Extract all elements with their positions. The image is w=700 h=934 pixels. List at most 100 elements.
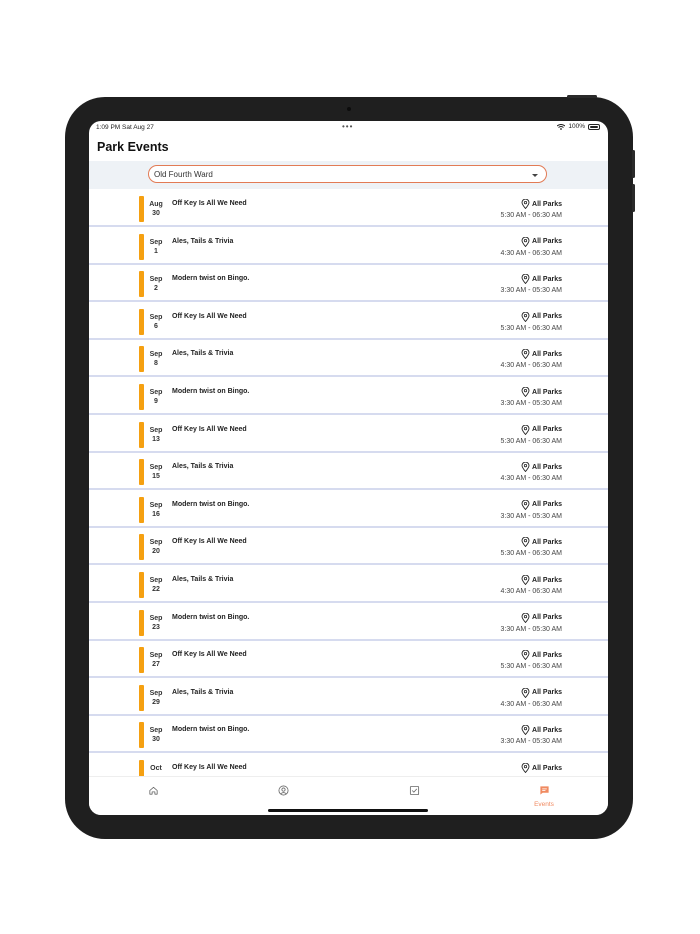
event-row[interactable]: Sep 27 Off Key Is All We Need All Parks 5:30…	[89, 644, 608, 679]
event-time: 3:30 AM - 05:30 AM	[500, 738, 562, 746]
event-row[interactable]: Aug 30 Off Key Is All We Need All Parks 5:30…	[89, 193, 608, 227]
multitasking-dots[interactable]: •••	[342, 122, 353, 131]
event-row[interactable]: Sep 8 Ales, Tails & Trivia All Parks 4:30 AM…	[89, 343, 608, 378]
event-accent-bar	[139, 308, 144, 335]
event-day: 22	[152, 586, 160, 593]
event-row[interactable]: Sep 15 Ales, Tails & Trivia All Parks 4:30 A…	[89, 456, 608, 491]
event-location: All Parks	[521, 763, 562, 773]
event-time: 5:30 AM - 06:30 AM	[500, 550, 562, 558]
event-accent-bar	[139, 534, 144, 561]
event-day: 15	[152, 473, 160, 481]
tab-profile[interactable]	[263, 783, 303, 801]
event-accent-bar	[139, 271, 144, 298]
event-time: 4:30 AM - 06:30 AM	[500, 475, 562, 483]
event-location-label: All Parks	[532, 501, 562, 509]
event-time: 3:30 AM - 05:30 AM	[500, 625, 562, 633]
event-row[interactable]: Sep 1 Ales, Tails & Trivia All Parks 4:30 AM…	[89, 230, 608, 265]
location-pin-icon	[521, 725, 530, 736]
event-location: All Parks	[521, 199, 562, 209]
event-title: Modern twist on Bingo.	[172, 613, 250, 621]
event-date: Oct	[146, 764, 166, 773]
event-location-label: All Parks	[532, 313, 562, 321]
location-pin-icon	[521, 274, 530, 285]
event-row[interactable]: Sep 30 Modern twist on Bingo. All Parks 3:30…	[89, 719, 608, 754]
event-accent-bar	[139, 647, 144, 674]
event-day: 6	[154, 322, 158, 330]
home-indicator[interactable]	[268, 809, 428, 812]
event-row[interactable]: Oct Off Key Is All We Need All Parks	[89, 757, 608, 776]
event-time: 3:30 AM - 05:30 AM	[500, 512, 562, 520]
chevron-down-icon	[532, 174, 538, 177]
event-date: Sep 30	[146, 726, 166, 744]
event-date: Sep 20	[146, 538, 166, 556]
tab-tasks[interactable]	[394, 783, 434, 801]
event-month: Sep	[149, 238, 163, 246]
status-right: 100%	[557, 123, 600, 130]
event-row[interactable]: Sep 6 Off Key Is All We Need All Parks 5:30 …	[89, 305, 608, 340]
event-row[interactable]: Sep 22 Ales, Tails & Trivia All Parks 4:30 A…	[89, 569, 608, 603]
location-pin-icon	[521, 612, 530, 623]
event-row[interactable]: Sep 29 Ales, Tails & Trivia All Parks 4:30 A…	[89, 681, 608, 716]
event-accent-bar	[139, 572, 144, 598]
event-row[interactable]: Sep 23 Modern twist on Bingo. All Parks 3:30…	[89, 606, 608, 641]
event-location-label: All Parks	[532, 726, 562, 734]
event-month: Sep	[149, 313, 163, 321]
event-location-label: All Parks	[532, 651, 562, 659]
event-row[interactable]: Sep 2 Modern twist on Bingo. All Parks 3:30 …	[89, 268, 608, 303]
event-day: 30	[152, 210, 160, 217]
event-time: 5:30 AM - 06:30 AM	[500, 324, 562, 332]
event-month: Sep	[149, 389, 163, 396]
event-month: Sep	[149, 689, 163, 697]
event-month: Sep	[149, 501, 163, 509]
event-time: 3:30 AM - 05:30 AM	[500, 400, 562, 407]
event-day: 16	[152, 510, 160, 518]
event-location: All Parks	[521, 687, 562, 698]
event-day: 9	[154, 398, 158, 405]
location-pin-icon	[521, 349, 530, 360]
event-date: Sep 9	[146, 388, 166, 406]
event-accent-bar	[139, 233, 144, 260]
battery-percent: 100%	[568, 123, 585, 130]
event-month: Sep	[149, 652, 163, 660]
event-accent-bar	[139, 760, 144, 776]
event-time: 4:30 AM - 06:30 AM	[500, 249, 562, 257]
event-list[interactable]: Aug 30 Off Key Is All We Need All Parks 5:30…	[89, 193, 608, 776]
event-month: Aug	[149, 201, 163, 208]
event-date: Sep 15	[146, 463, 166, 481]
event-day: 23	[152, 623, 160, 631]
event-title: Off Key Is All We Need	[172, 312, 247, 320]
event-location-label: All Parks	[532, 463, 562, 471]
status-bar: 1:09 PM Sat Aug 27 ••• 100%	[89, 121, 608, 135]
location-pin-icon	[521, 537, 530, 548]
ward-dropdown[interactable]: Old Fourth Ward	[148, 165, 547, 183]
tab-events[interactable]: Events	[524, 783, 564, 808]
event-date: Sep 27	[146, 651, 166, 669]
event-location-label: All Parks	[532, 689, 562, 697]
app-screen: 1:09 PM Sat Aug 27 ••• 100% Park Events …	[89, 121, 608, 815]
event-title: Ales, Tails & Trivia	[172, 576, 234, 583]
page-title: Park Events	[97, 140, 169, 154]
event-row[interactable]: Sep 13 Off Key Is All We Need All Parks 5:30…	[89, 418, 608, 453]
event-month: Sep	[149, 727, 163, 735]
tab-home[interactable]	[133, 783, 173, 801]
event-location: All Parks	[521, 650, 562, 661]
event-title: Off Key Is All We Need	[172, 538, 247, 546]
event-row[interactable]: Sep 20 Off Key Is All We Need All Parks 5:30…	[89, 531, 608, 566]
event-location-label: All Parks	[532, 426, 562, 434]
event-location: All Parks	[521, 311, 562, 322]
event-row[interactable]: Sep 16 Modern twist on Bingo. All Parks 3:30…	[89, 493, 608, 528]
location-pin-icon	[521, 650, 530, 661]
event-row[interactable]: Sep 9 Modern twist on Bingo. All Parks 3:30 …	[89, 381, 608, 415]
event-month: Sep	[149, 577, 163, 584]
event-location: All Parks	[521, 612, 562, 623]
event-day: 30	[152, 736, 160, 744]
location-pin-icon	[521, 236, 530, 247]
location-pin-icon	[521, 499, 530, 510]
event-title: Off Key Is All We Need	[172, 764, 247, 771]
event-date: Sep 16	[146, 501, 166, 519]
event-accent-bar	[139, 384, 144, 410]
event-date: Sep 1	[146, 238, 166, 256]
event-day: 27	[152, 661, 160, 669]
event-date: Sep 22	[146, 576, 166, 594]
event-accent-bar	[139, 609, 144, 636]
